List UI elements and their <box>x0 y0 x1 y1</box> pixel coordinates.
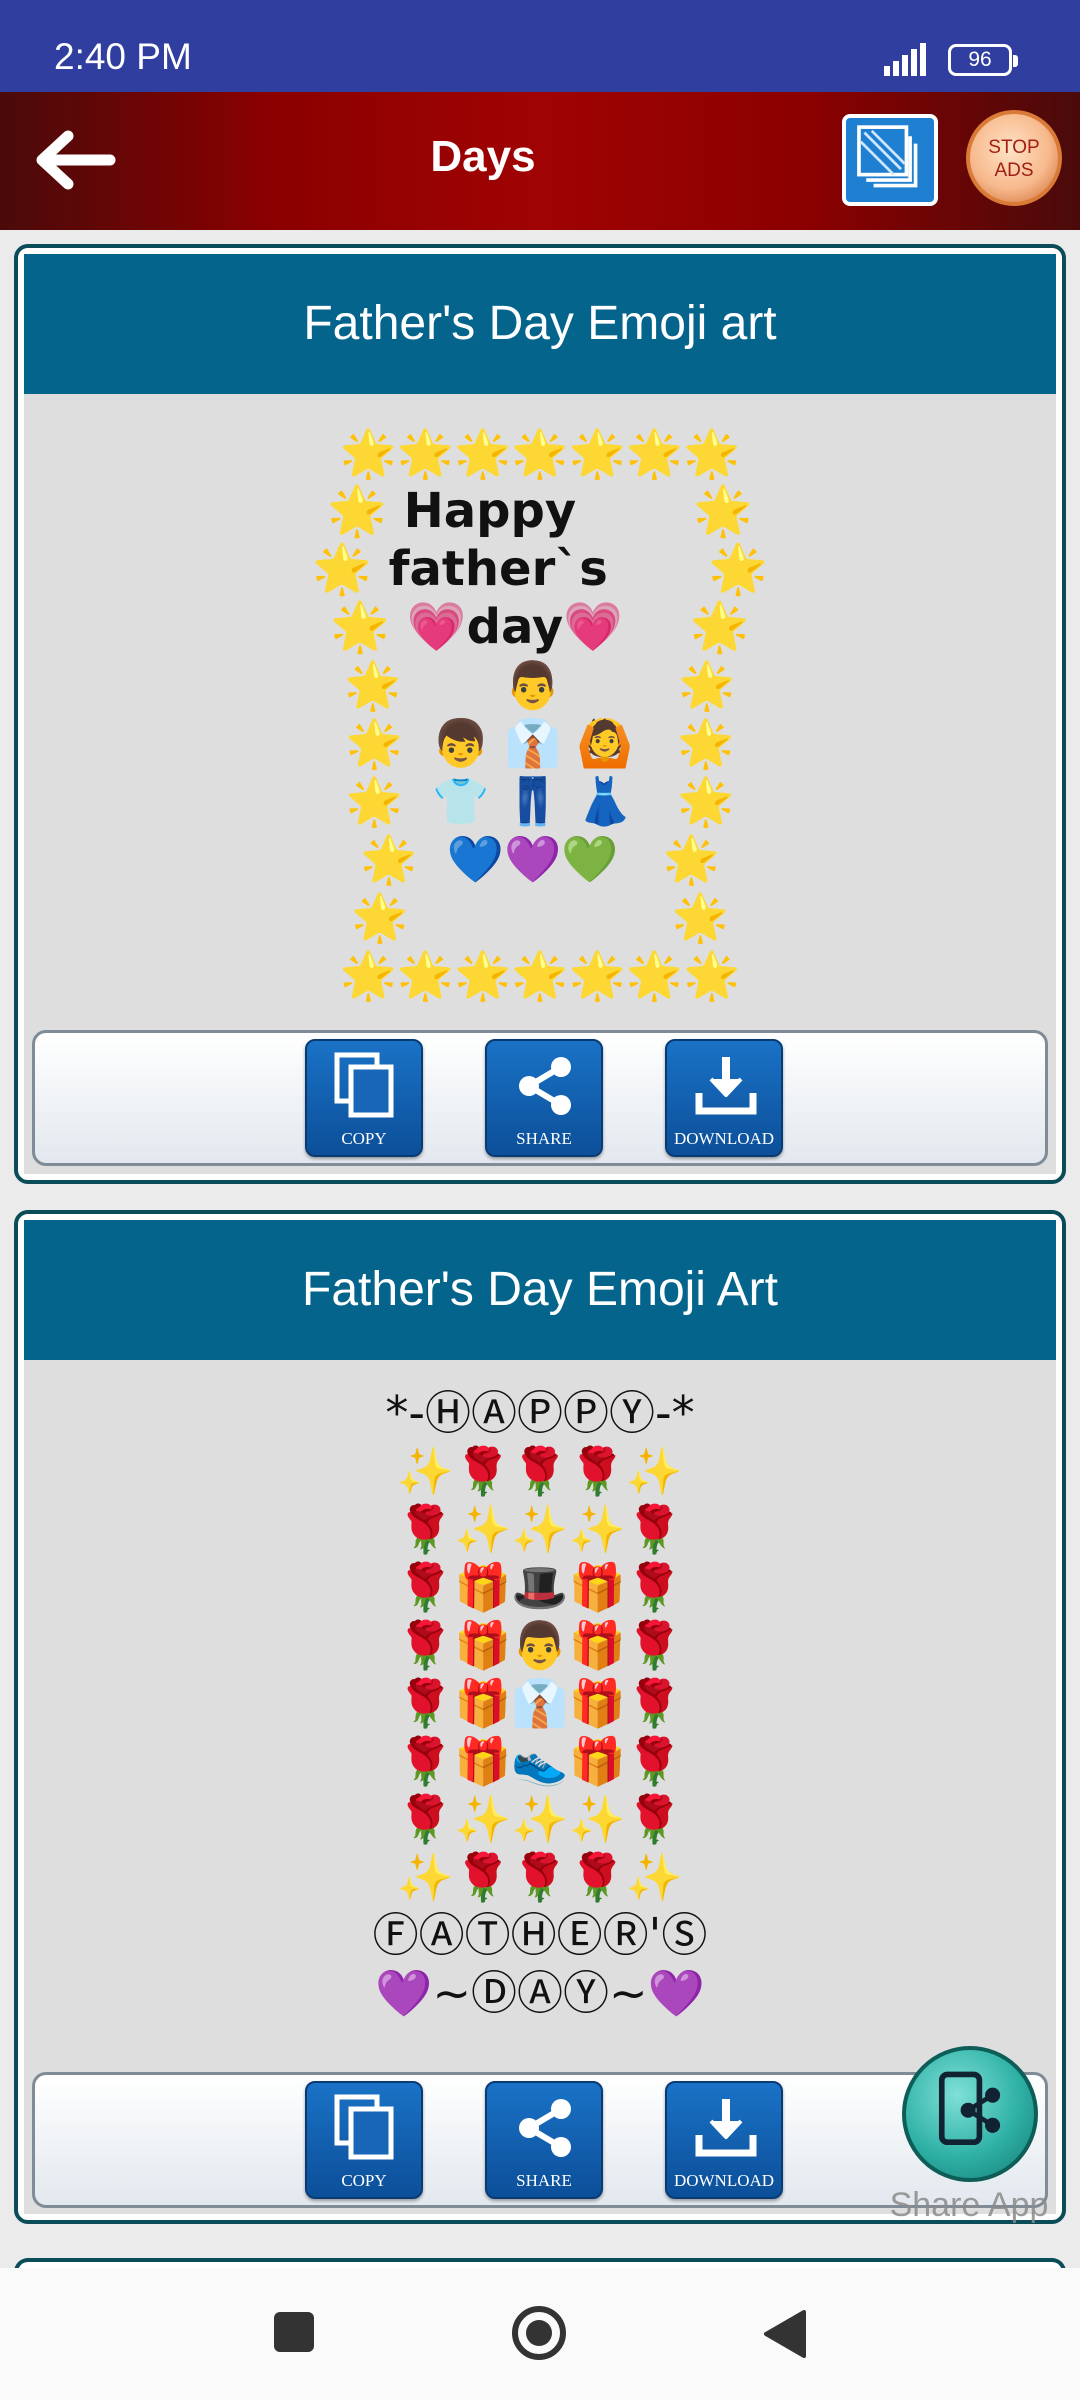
share-button[interactable]: SHARE <box>485 1039 603 1157</box>
download-label: DOWNLOAD <box>673 1129 775 1148</box>
share-button[interactable]: SHARE <box>485 2081 603 2199</box>
download-button[interactable]: DOWNLOAD <box>665 1039 783 1157</box>
share-app-label: Share App <box>889 2186 1049 2224</box>
download-button[interactable]: DOWNLOAD <box>665 2081 783 2199</box>
emoji-art: 🌟🌟🌟🌟🌟🌟🌟 🌟 Happy 🌟 🌟 father`s 🌟 🌟 💗day💗 🌟… <box>24 424 1056 1004</box>
art-line: ✨🌹🌹🌹✨ <box>396 1444 684 1498</box>
art-line: 🌹🎁👔🎁🌹 <box>396 1676 684 1730</box>
share-label: SHARE <box>516 1129 572 1148</box>
art-line: ✨🌹🌹🌹✨ <box>396 1850 684 1904</box>
app-bar: Days STOP ADS <box>0 92 1080 230</box>
download-icon <box>695 1057 757 1115</box>
page-title: Days <box>430 132 536 181</box>
layers-icon <box>857 125 918 188</box>
copy-icon <box>334 1052 394 1118</box>
art-line: 💜~ⒹⒶⓎ~💜 <box>375 1966 705 2020</box>
battery-icon: 96 <box>948 44 1018 76</box>
art-line: 🌟 👦 👔 🙆 🌟 <box>345 716 735 770</box>
share-icon <box>519 1057 571 1115</box>
art-line: 🌟🌟🌟🌟🌟🌟🌟 <box>339 948 741 1002</box>
card-title: Father's Day Emoji art <box>24 254 1056 394</box>
art-line: 🌟 🌟 <box>351 890 729 944</box>
status-time: 2:40 PM <box>54 36 192 77</box>
art-line: ⒻⒶⓉⒽⒺⓇ'Ⓢ <box>372 1908 708 1962</box>
system-nav-bar <box>0 2268 1080 2400</box>
share-label: SHARE <box>516 2171 572 2190</box>
share-app-button[interactable] <box>902 2046 1038 2182</box>
phone-share-icon <box>938 2071 1001 2146</box>
art-line: 🌟 💙💜💚 🌟 <box>360 832 720 886</box>
stop-ads-button[interactable]: STOP ADS <box>966 110 1062 206</box>
download-icon <box>695 2099 757 2157</box>
emoji-art: *-ⒽⒶⓅⓅⓎ-* ✨🌹🌹🌹✨ 🌹✨✨✨🌹 🌹🎁🎩🎁🌹 🌹🎁👨🎁🌹 🌹🎁👔🎁🌹 … <box>24 1384 1056 2022</box>
card-title: Father's Day Emoji Art <box>24 1220 1056 1360</box>
art-line: 🌹✨✨✨🌹 <box>396 1502 684 1556</box>
art-line: 🌟 💗day💗 🌟 <box>330 599 750 655</box>
art-line: 🌟🌟🌟🌟🌟🌟🌟 <box>339 426 741 480</box>
stop-ads-line1: STOP <box>988 137 1040 158</box>
copy-icon <box>334 2094 394 2160</box>
home-circle-icon[interactable] <box>510 2304 568 2362</box>
card-body: Father's Day Emoji Art *-ⒽⒶⓅⓅⓎ-* ✨🌹🌹🌹✨ 🌹… <box>24 1220 1056 2214</box>
art-line: 🌹🎁👟🎁🌹 <box>396 1734 684 1788</box>
layers-button[interactable] <box>842 114 938 206</box>
copy-button[interactable]: COPY <box>305 1039 423 1157</box>
copy-label: COPY <box>341 2171 387 2190</box>
battery-level: 96 <box>968 48 992 71</box>
art-line: 🌹🎁👨🎁🌹 <box>396 1618 684 1672</box>
action-bar: COPY SHARE DOWNLOAD <box>32 1030 1048 1166</box>
emoji-art-card: Father's Day Emoji art 🌟🌟🌟🌟🌟🌟🌟 🌟 Happy 🌟… <box>14 244 1066 1184</box>
download-label: DOWNLOAD <box>673 2171 775 2190</box>
art-line: 🌹🎁🎩🎁🌹 <box>396 1560 684 1614</box>
art-line: 🌹✨✨✨🌹 <box>396 1792 684 1846</box>
status-bar: 2:40 PM 96 <box>0 0 1080 92</box>
card-body: Father's Day Emoji art 🌟🌟🌟🌟🌟🌟🌟 🌟 Happy 🌟… <box>24 254 1056 1174</box>
art-line: *-ⒽⒶⓅⓅⓎ-* <box>385 1386 695 1440</box>
copy-label: COPY <box>341 1129 387 1148</box>
back-triangle-icon[interactable] <box>760 2308 808 2360</box>
art-line: 🌟 👨 🌟 <box>344 658 736 712</box>
copy-button[interactable]: COPY <box>305 2081 423 2199</box>
share-icon <box>519 2099 571 2157</box>
stop-ads-line2: ADS <box>994 160 1034 181</box>
art-line: 🌟 father`s 🌟 <box>312 541 768 597</box>
signal-icon <box>884 43 926 76</box>
recents-square-icon[interactable] <box>274 2312 314 2352</box>
art-line: 🌟 👕 👖 👗 🌟 <box>345 774 735 828</box>
art-line: 🌟 Happy 🌟 <box>327 483 753 539</box>
